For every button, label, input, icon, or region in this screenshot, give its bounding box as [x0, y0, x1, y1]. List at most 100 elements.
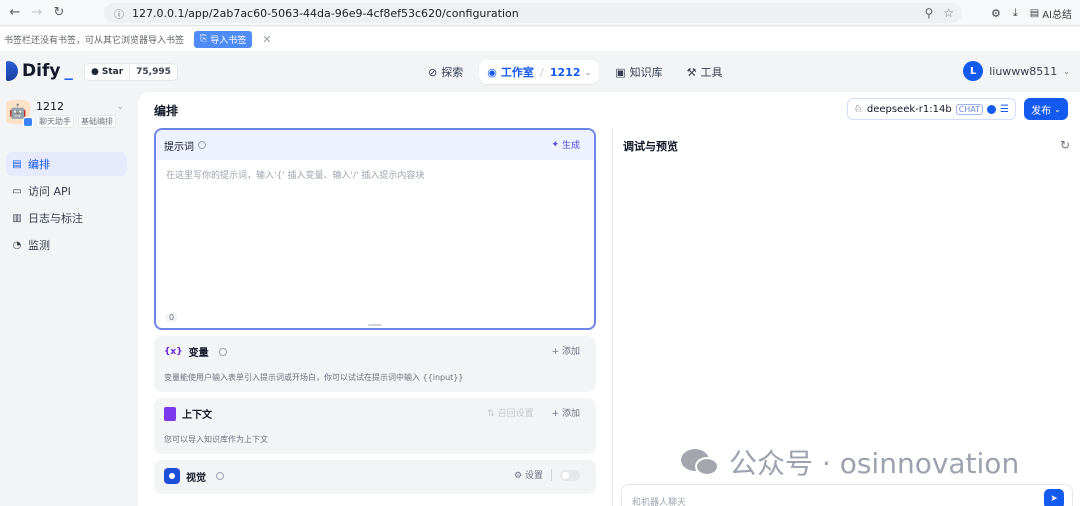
ai-summary-button[interactable]: ▤ AI总结 — [1030, 6, 1072, 21]
add-label: 添加 — [561, 347, 580, 357]
tool-icon: ⚒ — [686, 65, 697, 79]
logo-text: Dify — [22, 61, 61, 81]
back-icon[interactable]: ← — [4, 2, 26, 24]
dify-logo[interactable]: Dify _ — [6, 61, 73, 81]
address-bar[interactable]: ⓘ 127.0.0.1/app/2ab7ac60-5063-44da-96e9-… — [104, 3, 962, 23]
sidebar-item-label: 监测 — [28, 239, 50, 252]
nav-knowledge[interactable]: ▣ 知识库 — [607, 60, 670, 84]
chevron-down-icon[interactable]: ⌄ — [116, 102, 124, 112]
settings-label: 设置 — [524, 471, 543, 481]
eye-icon — [164, 468, 180, 484]
publish-button[interactable]: 发布 ⌄ — [1024, 98, 1068, 120]
variable-icon: {x} — [164, 346, 183, 357]
chevron-down-icon: ⌄ — [1063, 66, 1070, 76]
location-icon[interactable]: ⚲ — [924, 6, 933, 20]
preview-title: 调试与预览 — [623, 140, 678, 153]
vision-toggle[interactable] — [560, 469, 580, 481]
variables-title: 变量 — [188, 348, 209, 359]
ai-summary-label: AI总结 — [1042, 9, 1072, 21]
browser-toolbar: ← → ↻ ⓘ 127.0.0.1/app/2ab7ac60-5063-44da… — [0, 0, 1080, 26]
app-selector[interactable]: 1212 — [550, 66, 581, 79]
recall-settings-button[interactable]: ⇅ 召回设置 — [487, 406, 533, 419]
download-icon[interactable]: ⤓ — [1013, 6, 1018, 20]
app-avatar-icon: 🤖 — [6, 100, 33, 127]
nav-studio-label: 工作室 — [500, 66, 534, 79]
add-label: 添加 — [561, 409, 580, 419]
bookmark-hint: 书签栏还没有书签，可从其它浏览器导入书签 — [4, 35, 185, 46]
main-panel: 编排 ♘ deepseek-r1:14b CHAT ☰ 发布 ⌄ 提示词 ✦ 生… — [138, 92, 1080, 506]
page-title: 编排 — [154, 104, 179, 118]
nav-explore-label: 探索 — [441, 66, 464, 79]
refresh-icon[interactable]: ↻ — [1060, 138, 1070, 152]
llama-icon: ♘ — [853, 103, 863, 115]
nav-studio[interactable]: ◉ 工作室 / 1212 ⌄ — [479, 60, 600, 84]
nav-explore[interactable]: ⊘ 探索 — [420, 60, 471, 84]
recall-settings-label: 召回设置 — [497, 409, 534, 419]
prompt-placeholder[interactable]: 在这里写你的提示词，输入'{' 插入变量、输入'/' 插入提示内容块 — [166, 168, 424, 181]
import-bookmarks-button[interactable]: ⎘ 导入书签 — [194, 30, 253, 48]
help-icon[interactable] — [198, 141, 206, 149]
prompt-title: 提示词 — [164, 141, 194, 153]
reload-icon[interactable]: ↻ — [48, 2, 70, 24]
context-card: 上下文 ⇅ 召回设置 + 添加 您可以导入知识库作为上下文 — [154, 398, 596, 454]
nav-separator: / — [539, 65, 544, 79]
debug-preview-panel: 调试与预览 ↻ 公众号 · osinnovation 和机器人聊天 ➤ — [612, 128, 1080, 506]
model-mode-tag: CHAT — [955, 103, 984, 115]
sidebar-item-api[interactable]: ▭ 访问 API — [6, 179, 127, 203]
app-header: Dify _ ● Star 75,995 ⊘ 探索 ◉ 工作室 / 1212 ⌄ … — [0, 52, 1080, 92]
vision-settings-button[interactable]: ⚙ 设置 — [514, 468, 543, 481]
sidebar-menu: ▤ 编排 ▭ 访问 API ▥ 日志与标注 ◔ 监测 — [6, 152, 127, 260]
nav-tools[interactable]: ⚒ 工具 — [679, 60, 731, 84]
nav-knowledge-label: 知识库 — [629, 66, 663, 79]
app-info[interactable]: 🤖 1212 聊天助手 基础编排 ⌄ — [6, 100, 130, 128]
publish-label: 发布 — [1031, 105, 1052, 117]
sidebar-item-label: 访问 API — [28, 185, 71, 198]
sidebar-item-monitor[interactable]: ◔ 监测 — [6, 233, 127, 257]
add-variable-button[interactable]: + 添加 — [552, 344, 580, 357]
variables-card: {x} 变量 + 添加 变量能使用户输入表单引入提示词或开场白，你可以试试在提示… — [154, 336, 596, 392]
generate-button[interactable]: ✦ 生成 — [551, 138, 580, 152]
avatar: L — [963, 61, 984, 81]
divider — [551, 468, 552, 481]
chevron-down-icon: ⌄ — [584, 67, 592, 77]
prompt-editor[interactable]: 提示词 ✦ 生成 在这里写你的提示词，输入'{' 插入变量、输入'/' 插入提示… — [154, 128, 596, 330]
sidebar-item-orchestrate[interactable]: ▤ 编排 — [6, 152, 127, 176]
monitor-icon: ◔ — [12, 239, 22, 251]
app-mode-tag: 基础编排 — [78, 115, 116, 128]
terminal-icon: ▭ — [12, 185, 22, 197]
bookmark-bar: 书签栏还没有书签，可从其它浏览器导入书签 ⎘ 导入书签 ✕ — [0, 27, 1080, 51]
wechat-icon — [681, 447, 721, 477]
site-info-icon[interactable]: ⓘ — [114, 6, 124, 21]
robot-icon: ◉ — [487, 65, 497, 79]
help-icon[interactable] — [216, 472, 224, 480]
chevron-down-icon: ⌄ — [1054, 104, 1061, 114]
prompt-header: 提示词 — [156, 130, 594, 160]
model-name: deepseek-r1:14b — [866, 103, 952, 115]
close-icon[interactable]: ✕ — [262, 33, 271, 46]
sparkle-icon: ✦ — [551, 139, 559, 150]
chat-input[interactable]: 和机器人聊天 ➤ — [621, 484, 1073, 506]
ai-summary-icon: ▤ — [1029, 7, 1040, 19]
help-icon[interactable] — [218, 347, 227, 356]
import-bookmarks-label: 导入书签 — [210, 35, 247, 46]
log-icon: ▥ — [12, 212, 22, 224]
sidebar-item-logs[interactable]: ▥ 日志与标注 — [6, 206, 127, 230]
char-count: 0 — [166, 313, 178, 322]
logo-mark — [6, 61, 18, 81]
model-selector[interactable]: ♘ deepseek-r1:14b CHAT ☰ — [846, 98, 1016, 120]
star-icon[interactable]: ☆ — [943, 6, 954, 20]
github-star-count: 75,995 — [129, 64, 177, 80]
extensions-icon[interactable]: ⚙ — [991, 7, 1001, 20]
generate-label: 生成 — [561, 141, 580, 151]
document-icon — [164, 406, 176, 421]
context-description: 您可以导入知识库作为上下文 — [164, 435, 268, 444]
send-icon[interactable]: ➤ — [1044, 489, 1064, 506]
github-star-button[interactable]: ● Star 75,995 — [84, 63, 178, 81]
resize-handle[interactable] — [368, 324, 382, 326]
sliders-icon[interactable]: ☰ — [1000, 104, 1009, 115]
app-type-tag: 聊天助手 — [36, 115, 74, 128]
user-menu[interactable]: L liuwww8511 ⌄ — [963, 61, 1070, 81]
vision-capability-icon — [987, 104, 997, 114]
add-context-button[interactable]: + 添加 — [552, 406, 580, 419]
forward-icon[interactable]: → — [26, 2, 48, 24]
